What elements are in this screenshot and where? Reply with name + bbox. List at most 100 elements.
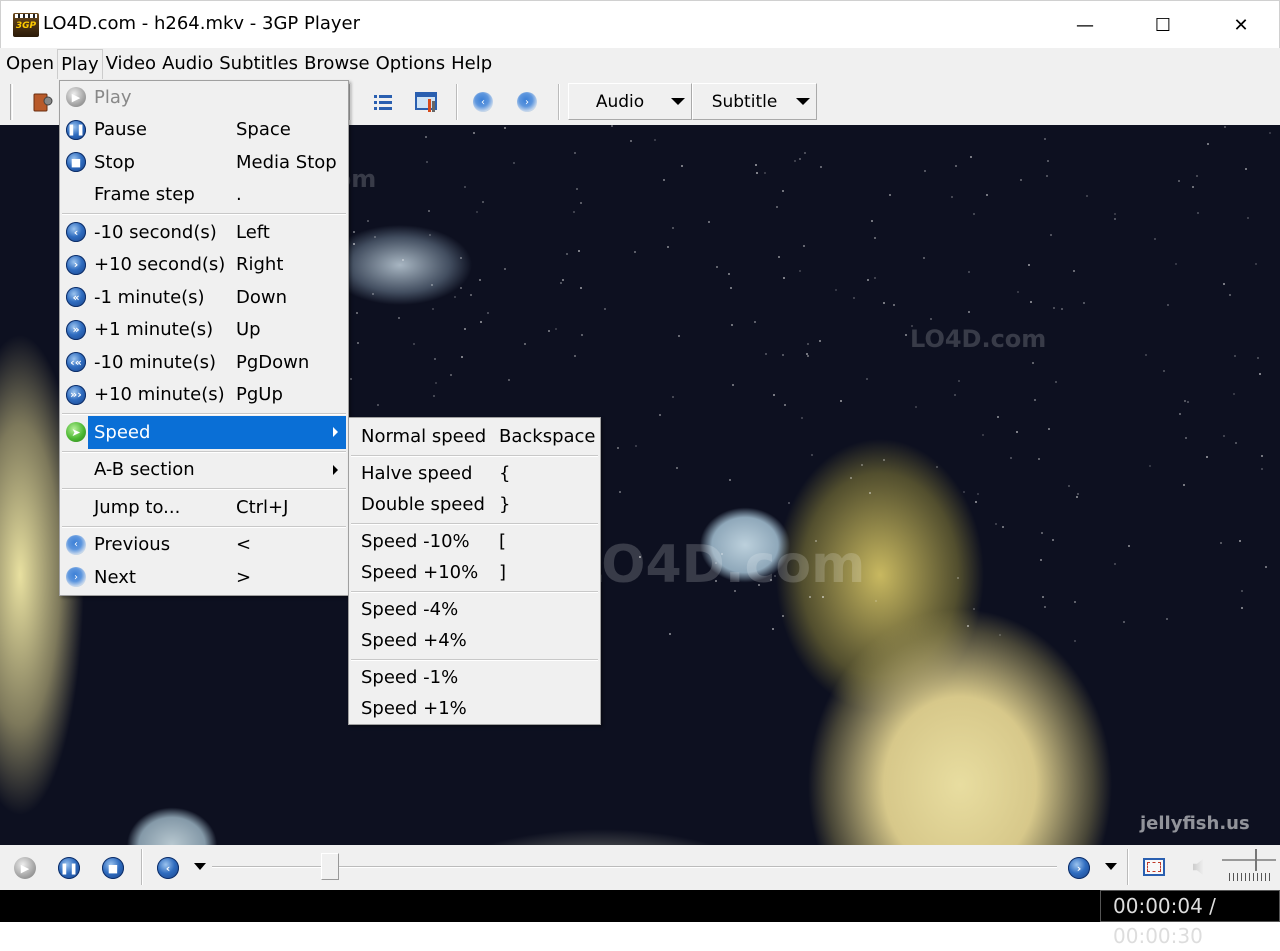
video-particle xyxy=(1232,392,1235,395)
menu-audio[interactable]: Audio xyxy=(159,49,216,79)
menu-item-shortcut: Left xyxy=(236,221,270,243)
menu-item-label: Pause xyxy=(94,119,147,141)
menu-item-stop[interactable]: ■ Stop Media Stop xyxy=(60,146,348,179)
menu-item-play[interactable]: ▶ Play xyxy=(60,81,348,114)
video-particle xyxy=(1040,531,1043,534)
next-icon[interactable]: › xyxy=(515,90,539,114)
pause-button[interactable]: ❚❚ xyxy=(58,857,80,879)
menu-item-ab-section[interactable]: A-B section xyxy=(60,454,348,487)
toolbar-grip[interactable] xyxy=(10,84,13,120)
menu-item-speed-plus-1[interactable]: Speed +1% xyxy=(349,693,600,725)
submenu-arrow-icon xyxy=(333,464,338,475)
previous-icon[interactable]: ‹ xyxy=(471,90,495,114)
volume-icon[interactable] xyxy=(1193,859,1203,875)
menu-item-speed-minus-1[interactable]: Speed -1% xyxy=(349,662,600,694)
video-particle xyxy=(1029,300,1032,303)
stop-button[interactable]: ■ xyxy=(102,857,124,879)
menu-item-speed-plus-4[interactable]: Speed +4% xyxy=(349,625,600,657)
video-particle xyxy=(1052,307,1055,310)
menu-item-halve-speed[interactable]: Halve speed { xyxy=(349,458,600,490)
video-particle xyxy=(565,253,568,256)
play-menu: ▶ Play ❚❚ Pause Space ■ Stop Media Stop … xyxy=(59,80,349,596)
video-particle xyxy=(1123,621,1126,624)
open-file-icon[interactable] xyxy=(30,90,54,114)
menu-item-forward-10m[interactable]: »› +10 minute(s) PgUp xyxy=(60,379,348,412)
menu-item-speed-minus-10[interactable]: Speed -10% [ xyxy=(349,526,600,558)
menu-item-pause[interactable]: ❚❚ Pause Space xyxy=(60,114,348,147)
menu-item-jump-to[interactable]: Jump to... Ctrl+J xyxy=(60,491,348,524)
video-particle xyxy=(1067,485,1070,488)
video-particle xyxy=(560,281,563,284)
video-particle xyxy=(868,492,871,495)
video-particle xyxy=(924,169,927,172)
close-button[interactable]: ✕ xyxy=(1203,1,1279,49)
menu-item-back-10s[interactable]: ‹ -10 second(s) Left xyxy=(60,216,348,249)
menu-subtitles[interactable]: Subtitles xyxy=(216,49,301,79)
menu-item-back-10m[interactable]: ‹« -10 minute(s) PgDown xyxy=(60,346,348,379)
subtitle-dropdown-label: Subtitle xyxy=(711,91,778,112)
menu-item-double-speed[interactable]: Double speed } xyxy=(349,489,600,521)
video-particle xyxy=(1083,302,1086,305)
menu-item-normal-speed[interactable]: Normal speed Backspace xyxy=(349,420,600,453)
menu-item-forward-10s[interactable]: › +10 second(s) Right xyxy=(60,249,348,282)
video-particle xyxy=(808,596,811,599)
playlist-icon[interactable] xyxy=(371,90,395,114)
menu-item-frame-step[interactable]: Frame step . xyxy=(60,179,348,212)
menu-item-shortcut: . xyxy=(236,184,242,206)
video-particle xyxy=(782,615,785,618)
menu-item-speed-minus-4[interactable]: Speed -4% xyxy=(349,594,600,626)
video-particle xyxy=(707,220,710,223)
video-particle xyxy=(1234,441,1237,444)
video-particle xyxy=(773,575,776,578)
toolbar-separator xyxy=(558,84,560,120)
video-particle xyxy=(754,321,757,324)
video-particle xyxy=(771,627,774,630)
rewind-button[interactable]: ‹ xyxy=(157,857,179,879)
video-particle xyxy=(432,308,435,311)
video-particle xyxy=(579,287,582,289)
menu-item-back-1m[interactable]: « -1 minute(s) Down xyxy=(60,281,348,314)
minimize-button[interactable]: — xyxy=(1047,1,1123,49)
menu-video[interactable]: Video xyxy=(103,49,159,79)
rewind-options-icon[interactable] xyxy=(194,863,206,870)
menu-options[interactable]: Options xyxy=(373,49,448,79)
menu-item-shortcut: Media Stop xyxy=(236,151,337,173)
menu-item-next[interactable]: › Next > xyxy=(60,561,348,594)
menu-item-label: Stop xyxy=(94,151,135,173)
audio-dropdown[interactable]: Audio xyxy=(568,83,692,120)
menu-browse[interactable]: Browse xyxy=(301,49,373,79)
menu-item-previous[interactable]: ‹ Previous < xyxy=(60,529,348,562)
video-particle xyxy=(729,479,732,482)
fullscreen-icon[interactable] xyxy=(1143,858,1165,876)
forward-button[interactable]: › xyxy=(1068,857,1090,879)
video-particle xyxy=(972,212,975,215)
play-button[interactable]: ▶ xyxy=(14,857,36,879)
video-particle xyxy=(835,288,838,291)
video-particle xyxy=(580,334,583,337)
maximize-button[interactable]: ☐ xyxy=(1125,1,1201,49)
forward-options-icon[interactable] xyxy=(1105,863,1117,870)
video-particle xyxy=(804,152,807,155)
video-particle xyxy=(460,286,463,289)
menu-open[interactable]: Open xyxy=(3,49,57,79)
speed-submenu: Normal speed Backspace Halve speed { Dou… xyxy=(348,417,601,725)
menu-item-shortcut: Space xyxy=(236,119,291,141)
video-particle xyxy=(478,279,481,282)
subtitle-dropdown[interactable]: Subtitle xyxy=(692,83,817,120)
video-particle xyxy=(1238,540,1241,543)
menu-help[interactable]: Help xyxy=(448,49,495,79)
seek-thumb[interactable] xyxy=(321,853,340,880)
menu-item-forward-1m[interactable]: » +1 minute(s) Up xyxy=(60,314,348,347)
menu-item-speed-plus-10[interactable]: Speed +10% ] xyxy=(349,557,600,589)
volume-slider-thumb[interactable] xyxy=(1249,849,1258,871)
video-particle xyxy=(1254,262,1257,265)
video-particle xyxy=(366,219,369,222)
settings-icon[interactable] xyxy=(415,90,439,114)
video-particle xyxy=(781,354,784,357)
menu-item-label: Speed -1% xyxy=(361,666,459,688)
menu-item-speed[interactable]: ➤ Speed xyxy=(60,416,348,449)
menu-play[interactable]: Play xyxy=(57,49,103,79)
video-particle xyxy=(635,445,637,448)
video-particle xyxy=(1205,456,1208,459)
video-particle xyxy=(1196,212,1199,215)
